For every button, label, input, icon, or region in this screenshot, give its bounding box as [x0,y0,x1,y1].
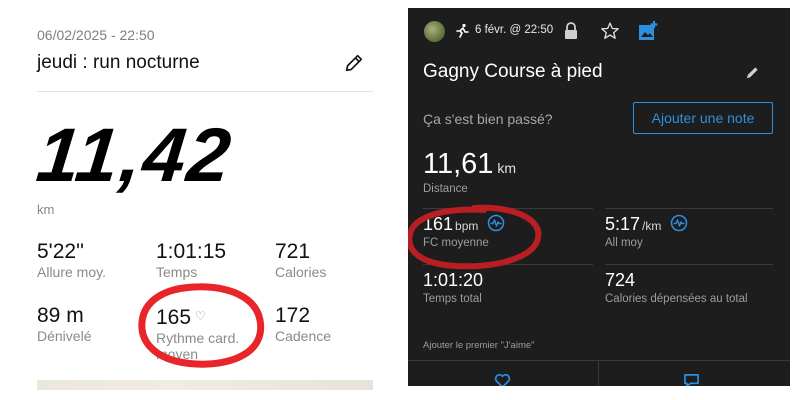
stat-heart-rate: 161 bpm FC moyenne [423,214,505,249]
heart-icon: ♡ [195,309,206,323]
stat-total-time: 1:01:20 Temps total [423,270,483,305]
stat-distance: 11,61 km Distance [423,148,516,195]
divider [605,208,773,209]
stat-label: Rythme card. moyen [156,330,240,362]
stat-label: FC moyenne [423,237,489,249]
stat-elevation: 89 m Dénivelé [37,304,91,344]
stat-label: Calories [275,264,327,280]
activity-title: jeudi : run nocturne [37,52,200,73]
stat-calories: 724 Calories dépensées au total [605,270,748,305]
stat-label: Cadence [275,328,332,344]
add-photo-icon[interactable] [638,20,658,42]
action-bar [408,360,790,386]
left-activity-panel: 06/02/2025 - 22:50 jeudi : run nocturne … [0,0,400,400]
stat-value: 172 [275,304,311,327]
stat-unit: km [497,160,517,176]
lock-icon[interactable] [563,22,579,40]
stat-calories: 721 Calories [275,240,326,280]
stat-pace: 5:17/km All moy [605,214,688,249]
stat-heart-rate: 165 ♡ Rythme card. moyen [156,304,246,362]
header-date: 6 févr. @ 22:50 [475,24,554,36]
stat-value: 5'22'' [37,240,85,263]
stat-label: Temps total [423,293,482,305]
stat-label: All moy [605,237,643,249]
activity-title: Gagny Course à pied [423,61,603,82]
stat-value: 11,61 [423,148,494,180]
stat-value: 721 [275,240,311,263]
stat-value: 89 m [37,304,84,327]
activity-date: 06/02/2025 - 22:50 [37,27,155,43]
distance-unit: km [37,202,55,217]
heart-rate-icon[interactable] [487,214,505,232]
heart-rate-value: 165 [156,306,192,329]
stat-label: Allure moy. [37,264,106,280]
heart-icon[interactable] [494,373,511,386]
stat-label: Calories dépensées au total [605,293,748,305]
divider [423,208,593,209]
stat-value: 1:01:20 [423,270,484,290]
divider [423,264,593,265]
stat-value: 165 ♡ [156,304,246,330]
stat-label: Temps [156,264,198,280]
distance-value: 11,42 [32,113,237,198]
stat-value: 161 [423,214,454,234]
divider [37,91,373,92]
edit-pencil-icon[interactable] [343,52,365,74]
map-preview[interactable] [37,380,373,390]
stat-value: 5:17 [605,214,641,234]
stat-label: Dénivelé [37,328,92,344]
avatar[interactable] [424,21,445,42]
stat-value: 724 [605,270,636,290]
stat-label: Distance [423,183,468,195]
edit-pencil-icon[interactable] [745,65,760,80]
add-note-button[interactable]: Ajouter une note [633,102,773,134]
stat-time: 1:01:15 Temps [156,240,226,280]
stat-cadence: 172 Cadence [275,304,331,344]
right-activity-panel: 6 févr. @ 22:50 Gagny Course à pied Ça s… [408,8,790,386]
stat-pace: 5'22'' Allure moy. [37,240,106,280]
feedback-question: Ça s'est bien passé? [423,111,553,127]
stat-value: 1:01:15 [156,240,227,263]
divider [598,361,599,386]
divider [605,264,773,265]
stat-unit: bpm [455,219,479,233]
comment-icon[interactable] [683,373,700,386]
stat-unit: /km [642,219,662,233]
star-icon[interactable] [600,21,620,41]
pace-chart-icon[interactable] [670,214,688,232]
running-icon [456,23,469,38]
first-like-prompt[interactable]: Ajouter le premier "J'aime" [423,340,535,351]
